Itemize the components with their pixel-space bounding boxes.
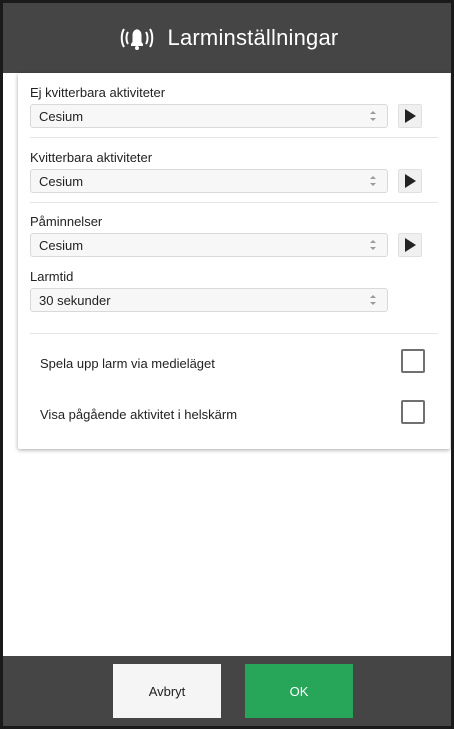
ej-kvitterbara-value: Cesium xyxy=(39,108,84,124)
kvitterbara-select[interactable]: Cesium xyxy=(30,169,388,193)
paminnelser-value: Cesium xyxy=(39,237,84,253)
select-arrows-icon xyxy=(370,176,376,186)
divider xyxy=(30,202,438,203)
larmtid-value: 30 sekunder xyxy=(39,292,111,308)
settings-card: Ej kvitterbara aktiviteter Cesium Kvitte… xyxy=(18,73,450,449)
title-bar: Larminställningar xyxy=(3,3,451,73)
ok-button[interactable]: OK xyxy=(245,664,353,718)
divider xyxy=(30,333,438,334)
bottom-action-bar: Avbryt OK xyxy=(3,656,451,726)
paminnelser-select[interactable]: Cesium xyxy=(30,233,388,257)
media-alarm-label: Spela upp larm via medieläget xyxy=(40,356,215,371)
paminnelser-label: Påminnelser xyxy=(30,214,103,229)
divider xyxy=(30,137,438,138)
select-arrows-icon xyxy=(370,240,376,250)
play-paminnelser-button[interactable] xyxy=(398,233,422,257)
larmtid-select[interactable]: 30 sekunder xyxy=(30,288,388,312)
kvitterbara-value: Cesium xyxy=(39,173,84,189)
play-kvitterbara-button[interactable] xyxy=(398,169,422,193)
play-icon xyxy=(405,238,416,252)
select-arrows-icon xyxy=(370,111,376,121)
page-title: Larminställningar xyxy=(167,25,339,50)
ej-kvitterbara-select[interactable]: Cesium xyxy=(30,104,388,128)
select-arrows-icon xyxy=(370,295,376,305)
play-icon xyxy=(405,109,416,123)
play-ej-kvitterbara-button[interactable] xyxy=(398,104,422,128)
larmtid-label: Larmtid xyxy=(30,269,74,284)
fullscreen-activity-label: Visa pågående aktivitet i helskärm xyxy=(40,407,238,422)
kvitterbara-label: Kvitterbara aktiviteter xyxy=(30,150,153,165)
alarm-bell-icon xyxy=(120,28,153,50)
play-icon xyxy=(405,174,416,188)
fullscreen-activity-checkbox[interactable] xyxy=(401,400,425,424)
ej-kvitterbara-label: Ej kvitterbara aktiviteter xyxy=(30,85,166,100)
cancel-button[interactable]: Avbryt xyxy=(113,664,221,718)
alarm-settings-screen: Larminställningar Ej kvitterbara aktivit… xyxy=(0,0,454,729)
media-alarm-checkbox[interactable] xyxy=(401,349,425,373)
